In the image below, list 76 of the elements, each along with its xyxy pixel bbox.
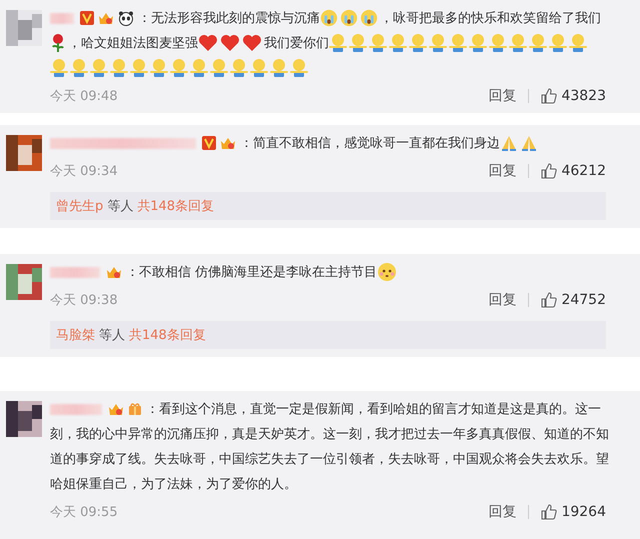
crown-badge-icon [220,136,236,150]
thumbs-up-icon [541,163,558,179]
smiling-figure-icon [190,58,208,78]
smiling-figure-icon [369,33,387,54]
like-button[interactable]: 24752 [541,288,606,312]
blurred-username [50,12,74,24]
smiling-figure-icon [210,58,228,78]
heart-icon [242,34,262,52]
smiling-figure-icon [349,33,367,54]
verified-badge-icon [80,11,94,26]
smiling-figure-icon [489,33,507,54]
comment-time: 今天 09:34 [50,162,119,180]
crown-badge-icon [98,11,114,26]
smiling-figure-icon [409,33,427,54]
smiling-figure-icon [449,33,467,54]
smiling-figure-icon [110,58,128,78]
comment-text: ：看到这个消息，直觉一定是假新闻，看到哈姐的留言才知道是这是真的。这一 [146,402,601,417]
comment-text: 刻，我的心中异常的沉痛压抑，真是天妒英才。这一刻，我才把过去一年多真真假假、知道的不知道的事穿成了线。失去咏哥，中国综艺失去了一位引领者，失去咏哥，中国观众将会失去欢乐。望哈姐保重自己，为了法妹，为了爱你的人。 [50,426,610,494]
reply-button[interactable]: 回复 [488,500,516,524]
comment-text: ：不敢相信 仿佛脑海里还是李咏在主持节目 [126,265,378,280]
smiling-figure-icon [389,33,407,54]
crown-badge-icon [106,265,122,280]
smiling-figure-icon [529,33,547,54]
comment-text: ，哈文姐姐法图麦坚强 [68,36,198,51]
praying-hands-icon [500,134,518,152]
crown-badge-icon [108,402,124,416]
crying-face-icon [360,9,378,28]
comment-text: ，咏哥把最多的快乐和欢笑留给了我们 [380,11,601,26]
like-button[interactable]: 46212 [541,158,606,184]
smiling-figure-icon [270,58,288,78]
panda-icon [118,10,134,26]
heart-icon [220,34,240,52]
others-label: 等人 [99,326,125,344]
crying-face-icon [320,9,338,28]
smiling-figure-icon [170,58,188,78]
smiling-figure-icon [569,33,587,54]
smiling-figure-icon [150,58,168,78]
blurred-username [50,266,100,278]
praying-hands-icon [520,134,538,152]
comment-time: 今天 09:55 [50,504,119,522]
crying-face-icon [340,9,358,28]
smiling-figure-icon [130,58,148,78]
smiling-figure-icon [469,33,487,54]
like-button[interactable]: 19264 [541,500,606,524]
reply-button[interactable]: 回复 [488,84,516,108]
others-label: 等人 [107,198,134,216]
smiling-figure-icon [329,33,347,54]
thumbs-up-icon [541,292,558,308]
smiling-figure-icon [50,58,68,78]
smiling-figure-icon [70,58,88,78]
blurred-username [50,404,102,415]
smiling-figure-icon [509,33,527,54]
comment-time: 今天 09:48 [50,88,119,106]
smiling-figure-icon [230,58,248,78]
heart-icon [198,34,218,52]
smiling-figure-icon [250,58,268,78]
avatar[interactable] [6,135,42,171]
comment-time: 今天 09:38 [50,292,119,310]
like-button[interactable]: 43823 [541,84,606,108]
avatar[interactable] [6,264,42,300]
thumbs-up-icon [541,88,558,104]
comment-text: ：简直不敢相信，感觉咏哥一直都在我们身边 [240,136,500,151]
reply-button[interactable]: 回复 [488,288,516,312]
gift-badge-icon [128,402,142,416]
verified-badge-icon [202,136,216,150]
avatar[interactable] [6,401,42,437]
comment-text: ：无法形容我此刻的震惊与沉痛 [138,11,320,26]
rose-icon [50,33,66,54]
smiling-figure-icon [90,58,108,78]
smiling-figure-icon [290,58,308,78]
comment-text: 我们爱你们 [264,36,329,51]
blushing-face-icon [377,262,398,282]
smiling-figure-icon [429,33,447,54]
thumbs-up-icon [541,504,558,520]
reply-button[interactable]: 回复 [488,158,516,184]
smiling-figure-icon [549,33,567,54]
